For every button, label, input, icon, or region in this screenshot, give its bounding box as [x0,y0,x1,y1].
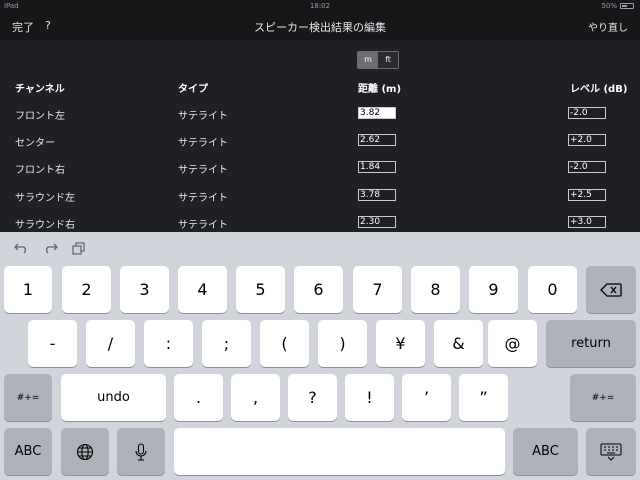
key-apostrophe[interactable]: ’ [402,374,451,421]
distance-input[interactable]: 1.84 [358,161,396,173]
header-channel: チャンネル [15,84,65,95]
key-8[interactable]: 8 [411,266,460,313]
row-type: サテライト [178,220,228,231]
level-input[interactable]: +2.0 [568,134,606,146]
abc-key-right[interactable]: ABC [513,428,578,475]
distance-input[interactable]: 3.82 [358,107,396,119]
return-key[interactable]: return [546,320,636,367]
nav-bar: 完了 ? スピーカー検出結果の編集 やり直し [0,12,640,40]
status-bar: iPad 18:02 50% [0,0,640,12]
hide-keyboard-key[interactable] [586,428,636,475]
paste-icon[interactable] [72,242,86,255]
key-yen[interactable]: ¥ [376,320,425,367]
microphone-icon [135,442,147,461]
key-6[interactable]: 6 [294,266,343,313]
header-distance: 距離 (m) [358,84,402,95]
level-input[interactable]: +3.0 [568,216,606,228]
globe-icon [76,443,94,460]
key-quote[interactable]: ” [459,374,508,421]
level-input[interactable]: -2.0 [568,107,606,119]
distance-input[interactable]: 2.62 [358,134,396,146]
key-slash[interactable]: / [86,320,135,367]
key-9[interactable]: 9 [469,266,518,313]
row-channel: サラウンド左 [15,193,75,204]
globe-key[interactable] [61,428,109,475]
battery-group: 50% [601,2,634,10]
symbols-key-left[interactable]: #+= [4,374,52,421]
key-colon[interactable]: : [144,320,193,367]
battery-percent: 50% [601,2,617,10]
unit-toggle: m ft [357,51,399,69]
redo-icon[interactable] [42,242,58,254]
row-type: サテライト [178,111,228,122]
abc-key-left[interactable]: ABC [4,428,52,475]
unit-feet-button[interactable]: ft [378,52,398,68]
key-at[interactable]: @ [488,320,537,367]
status-time: 18:02 [309,2,331,10]
key-open-paren[interactable]: ( [260,320,309,367]
undo-key[interactable]: undo [61,374,166,421]
row-type: サテライト [178,193,228,204]
unit-meter-button[interactable]: m [358,52,378,68]
space-key[interactable] [174,428,505,475]
key-question[interactable]: ? [288,374,337,421]
key-close-paren[interactable]: ) [318,320,367,367]
header-level: レベル (dB) [570,84,628,95]
symbols-key-right[interactable]: #+= [570,374,636,421]
key-semicolon[interactable]: ; [202,320,251,367]
key-period[interactable]: . [174,374,223,421]
page-title: スピーカー検出結果の編集 [254,21,386,34]
key-1[interactable]: 1 [4,266,52,313]
key-5[interactable]: 5 [236,266,285,313]
header-type: タイプ [178,84,208,95]
keyboard-dismiss-icon [600,443,622,461]
key-3[interactable]: 3 [120,266,169,313]
distance-input[interactable]: 2.30 [358,216,396,228]
keyboard-toolbar [0,232,640,262]
key-exclamation[interactable]: ! [345,374,394,421]
row-channel: フロント右 [15,165,65,176]
key-ampersand[interactable]: & [434,320,483,367]
undo-icon[interactable] [14,242,30,254]
level-input[interactable]: -2.0 [568,161,606,173]
key-comma[interactable]: , [231,374,280,421]
key-7[interactable]: 7 [353,266,402,313]
row-channel: センター [15,138,55,149]
row-channel: サラウンド右 [15,220,75,231]
redo-button[interactable]: やり直し [588,19,628,34]
level-input[interactable]: +2.5 [568,189,606,201]
backspace-icon [600,282,622,297]
key-4[interactable]: 4 [178,266,227,313]
key-0[interactable]: 0 [528,266,577,313]
microphone-key[interactable] [117,428,165,475]
row-type: サテライト [178,165,228,176]
row-type: サテライト [178,138,228,149]
speaker-table: m ft チャンネル タイプ 距離 (m) レベル (dB) フロント左 サテラ… [0,40,640,232]
battery-icon [620,3,634,9]
distance-input[interactable]: 3.78 [358,189,396,201]
key-hyphen[interactable]: - [28,320,77,367]
app-root: iPad 18:02 50% 完了 ? スピーカー検出結果の編集 やり直し m … [0,0,640,480]
keyboard: 1 2 3 4 5 6 7 8 9 0 - / : ; ( ) ¥ & @ re… [0,232,640,480]
delete-key[interactable] [586,266,636,313]
key-2[interactable]: 2 [62,266,111,313]
row-channel: フロント左 [15,111,65,122]
